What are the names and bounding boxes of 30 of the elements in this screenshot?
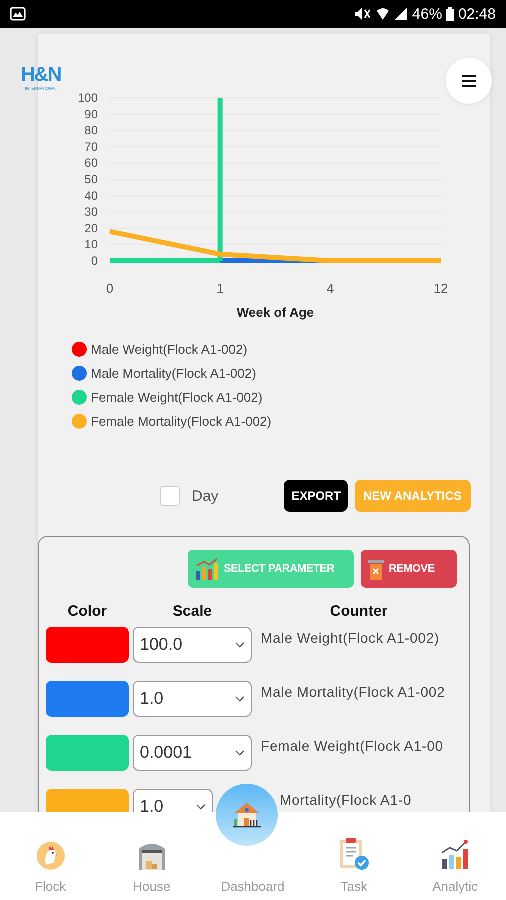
column-header: Scale: [172, 602, 212, 620]
legend-label: Male Weight(Flock A1-002): [91, 342, 248, 356]
y-tick-label: 100: [78, 91, 98, 105]
column-header: Color: [68, 602, 108, 620]
y-tick-label: 20: [84, 221, 98, 236]
x-tick-label: 0: [106, 281, 114, 296]
legend-label: Female Mortality(Flock A1-002): [91, 414, 272, 428]
y-tick-label: 90: [84, 107, 98, 122]
counter-label: Male Mortality(Flock A1-002: [260, 683, 446, 700]
x-tick-label: 4: [327, 281, 334, 296]
y-tick-label: 70: [84, 140, 98, 154]
legend-label: Male Mortality(Flock A1-002): [91, 366, 256, 380]
y-tick-label: 30: [84, 205, 98, 220]
counter-label: Mortality(Flock A1-0: [279, 791, 413, 808]
y-tick-label: 10: [84, 238, 98, 252]
battery-percentage: 46%: [412, 6, 442, 22]
y-tick-label: 60: [84, 156, 98, 170]
counter-label: Female Weight(Flock A1-00: [260, 737, 444, 754]
column-header: Counter: [330, 602, 388, 620]
clock-time: 02:48: [458, 6, 496, 22]
y-tick-label: 40: [84, 188, 98, 203]
checkbox-label: Day: [192, 488, 219, 504]
legend-label: Female Weight(Flock A1-002): [91, 390, 263, 404]
y-tick-label: 0: [91, 254, 98, 268]
y-tick-label: 50: [84, 172, 98, 186]
counter-label: Male Weight(Flock A1-002): [260, 629, 441, 646]
y-tick-label: 80: [84, 124, 98, 138]
x-axis-title: Week of Age: [236, 305, 314, 320]
x-tick-label: 12: [434, 281, 448, 296]
x-tick-label: 1: [216, 281, 224, 296]
